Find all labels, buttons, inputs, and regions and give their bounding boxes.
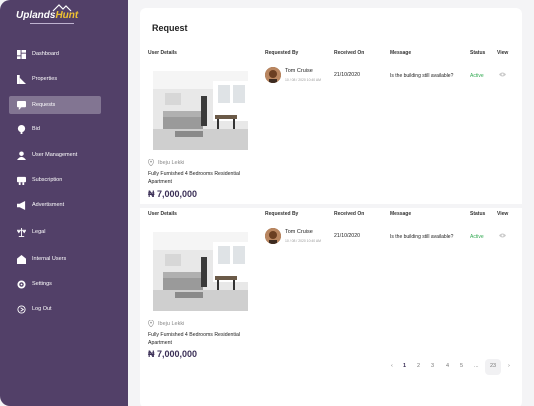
pagination-page-23[interactable]: 23 (490, 363, 496, 369)
sidebar-item-label: Log Out (32, 306, 52, 312)
page-title: Request (152, 23, 188, 33)
property-title[interactable]: Fully Furnished 4 Bedrooms Residential A… (148, 171, 248, 186)
sidebar-item-label: Bid (32, 126, 40, 132)
properties-icon (17, 74, 26, 84)
user-avatar-image (265, 228, 281, 244)
brand-tagline-line (30, 23, 74, 24)
sidebar-item-dashboard[interactable]: Dashboard (9, 45, 101, 63)
column-header-status: Status (470, 50, 486, 56)
property-price: ₦ 7,000,000 (148, 189, 198, 199)
scales-icon (17, 227, 26, 237)
column-header-requested-by: Requested By (265, 211, 299, 217)
pagination-ellipsis: ... (474, 363, 479, 369)
pagination-page-3[interactable]: 3 (431, 363, 434, 369)
column-header-received-on: Received On (334, 50, 365, 56)
megaphone-icon (17, 200, 26, 210)
logout-icon (17, 304, 26, 314)
location-pin-icon (148, 159, 154, 166)
received-on-date: 21/10/2020 (334, 72, 360, 78)
sidebar-item-bid[interactable]: Bid (9, 120, 101, 138)
sidebar-item-label: Legal (32, 229, 46, 235)
requester-date: 10 / 08 / 2020 10:40 AM (285, 239, 322, 243)
sidebar-item-label: Internal Users (32, 256, 67, 262)
pagination-next[interactable]: › (508, 363, 510, 369)
column-header-requested-by: Requested By (265, 50, 299, 56)
sidebar-item-label: User Management (32, 152, 78, 158)
living-room-image (153, 71, 248, 150)
sidebar-item-label: Requests (32, 102, 56, 108)
requests-icon (17, 100, 26, 110)
property-photo[interactable] (153, 71, 248, 150)
status-badge: Active (470, 234, 484, 240)
avatar[interactable] (265, 228, 281, 244)
sidebar-item-label: Advertisment (32, 202, 65, 208)
column-header-message: Message (390, 50, 412, 56)
column-header-status: Status (470, 211, 486, 217)
sidebar-item-label: Dashboard (32, 51, 59, 57)
property-location: Ibeju Lekki (148, 159, 184, 166)
main-content: Request User Details Requested By Receiv… (140, 8, 522, 406)
view-eye-icon[interactable] (499, 72, 506, 77)
user-icon (17, 150, 26, 160)
sidebar-item-subscription[interactable]: Subscription (9, 171, 101, 189)
dashboard-icon (17, 49, 26, 59)
gear-icon (17, 279, 26, 289)
avatar[interactable] (265, 67, 281, 83)
property-title[interactable]: Fully Furnished 4 Bedrooms Residential A… (148, 332, 248, 347)
location-pin-icon (148, 320, 154, 327)
sidebar-item-label: Subscription (32, 177, 63, 183)
status-badge: Active (470, 73, 484, 79)
pagination-prev[interactable]: ‹ (391, 363, 393, 369)
column-header-view: View (497, 50, 509, 56)
requester-name[interactable]: Tom Cruise (285, 229, 313, 235)
requester-date: 10 / 08 / 2020 10:40 AM (285, 78, 322, 82)
sidebar-item-legal[interactable]: Legal (9, 223, 101, 241)
sidebar-item-internal-users[interactable]: Internal Users (9, 250, 101, 268)
user-avatar-image (265, 67, 281, 83)
sidebar-item-label: Properties (32, 76, 58, 82)
property-photo[interactable] (153, 232, 248, 311)
received-on-date: 21/10/2020 (334, 233, 360, 239)
sidebar-item-properties[interactable]: Properties (9, 70, 101, 88)
column-header-received-on: Received On (334, 211, 365, 217)
property-price: ₦ 7,000,000 (148, 349, 198, 359)
property-location: Ibeju Lekki (148, 320, 184, 327)
sidebar-item-advertisment[interactable]: Advertisment (9, 196, 101, 214)
pagination-page-2[interactable]: 2 (417, 363, 420, 369)
column-header-user-details: User Details (148, 211, 177, 217)
view-eye-icon[interactable] (499, 233, 506, 238)
app-window: UplandsHunt Dashboard Properties Request… (0, 0, 534, 406)
users-icon (17, 254, 26, 264)
requester-name[interactable]: Tom Cruise (285, 68, 313, 74)
column-header-user-details: User Details (148, 50, 177, 56)
row-divider (140, 204, 522, 208)
column-header-message: Message (390, 211, 412, 217)
sidebar-item-log-out[interactable]: Log Out (9, 300, 101, 318)
request-message: Is the building still available? (390, 234, 454, 240)
pagination-page-1[interactable]: 1 (403, 363, 406, 369)
living-room-image (153, 232, 248, 311)
pagination-page-5[interactable]: 5 (460, 363, 463, 369)
brand-name: UplandsHunt (16, 10, 79, 21)
subscription-icon (17, 176, 26, 185)
bid-icon (17, 124, 26, 134)
sidebar-item-settings[interactable]: Settings (9, 275, 101, 293)
brand-logo[interactable]: UplandsHunt (16, 4, 86, 26)
sidebar-item-label: Settings (32, 281, 52, 287)
request-message: Is the building still available? (390, 73, 454, 79)
column-header-view: View (497, 211, 509, 217)
sidebar-item-user-management[interactable]: User Management (9, 146, 101, 164)
sidebar: UplandsHunt Dashboard Properties Request… (0, 0, 128, 406)
sidebar-item-requests[interactable]: Requests (9, 96, 101, 114)
pagination-page-4[interactable]: 4 (446, 363, 449, 369)
